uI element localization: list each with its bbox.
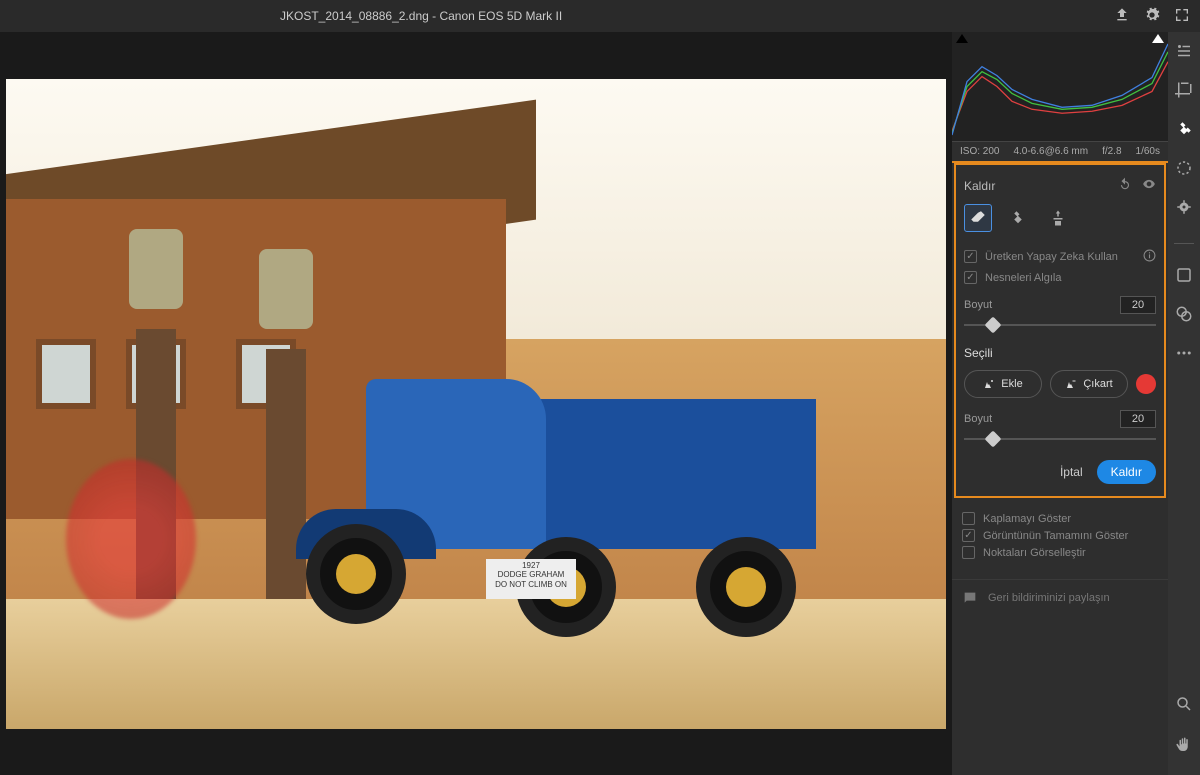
filename: JKOST_2014_08886_2.dng — [280, 9, 429, 23]
clone-mode-button[interactable] — [1044, 204, 1072, 232]
crop-tool-icon[interactable] — [1175, 81, 1193, 104]
detect-checkbox[interactable] — [964, 271, 977, 284]
gear-icon[interactable] — [1144, 7, 1160, 26]
redeye-tool-icon[interactable] — [1175, 198, 1193, 221]
size-input-1[interactable] — [1120, 296, 1156, 314]
histogram[interactable] — [952, 32, 1168, 142]
eraser-mode-button[interactable] — [964, 204, 992, 232]
genai-checkbox[interactable] — [964, 250, 977, 263]
add-button[interactable]: Ekle — [964, 370, 1042, 398]
selected-header: Seçili — [964, 346, 1156, 360]
shadow-clip-icon[interactable] — [956, 34, 968, 43]
cancel-button[interactable]: İptal — [1060, 465, 1083, 479]
size-input-2[interactable] — [1120, 410, 1156, 428]
image-canvas[interactable]: 1927DODGE GRAHAMDO NOT CLIMB ON — [0, 32, 952, 775]
feedback-link[interactable]: Geri bildiriminizi paylaşın — [952, 579, 1168, 616]
export-icon[interactable] — [1114, 7, 1130, 26]
highlight-clip-icon[interactable] — [1152, 34, 1164, 43]
overlay-color-swatch[interactable] — [1136, 374, 1156, 394]
edit-tool-icon[interactable] — [1175, 42, 1193, 65]
exif-bar: ISO: 200 4.0-6.6@6.6 mm f/2.8 1/60s — [952, 142, 1168, 163]
camera-model: Canon EOS 5D Mark II — [439, 9, 562, 23]
panel-title: Kaldır — [964, 179, 995, 193]
size-slider-2[interactable] — [964, 432, 1156, 446]
tool-strip — [1168, 32, 1200, 775]
size-slider-1[interactable] — [964, 318, 1156, 332]
eye-icon[interactable] — [1142, 177, 1156, 194]
fullimage-checkbox[interactable] — [962, 529, 975, 542]
more-icon[interactable] — [1175, 344, 1193, 367]
hand-tool-icon[interactable] — [1175, 736, 1193, 759]
right-panel: ISO: 200 4.0-6.6@6.6 mm f/2.8 1/60s Kald… — [952, 32, 1168, 775]
presets-icon[interactable] — [1175, 266, 1193, 289]
info-icon[interactable] — [1143, 249, 1156, 265]
visualize-checkbox[interactable] — [962, 546, 975, 559]
mask-tool-icon[interactable] — [1175, 159, 1193, 182]
apply-button[interactable]: Kaldır — [1097, 460, 1156, 484]
reset-icon[interactable] — [1118, 177, 1132, 194]
title-bar: JKOST_2014_08886_2.dng - Canon EOS 5D Ma… — [0, 0, 1200, 32]
versions-icon[interactable] — [1175, 305, 1193, 328]
healing-tool-icon[interactable] — [1175, 120, 1193, 143]
overlay-checkbox[interactable] — [962, 512, 975, 525]
zoom-icon[interactable] — [1175, 695, 1193, 718]
removal-mask-overlay — [66, 459, 196, 619]
subtract-button[interactable]: Çıkart — [1050, 370, 1128, 398]
heal-mode-button[interactable] — [1004, 204, 1032, 232]
fullscreen-icon[interactable] — [1174, 7, 1190, 26]
